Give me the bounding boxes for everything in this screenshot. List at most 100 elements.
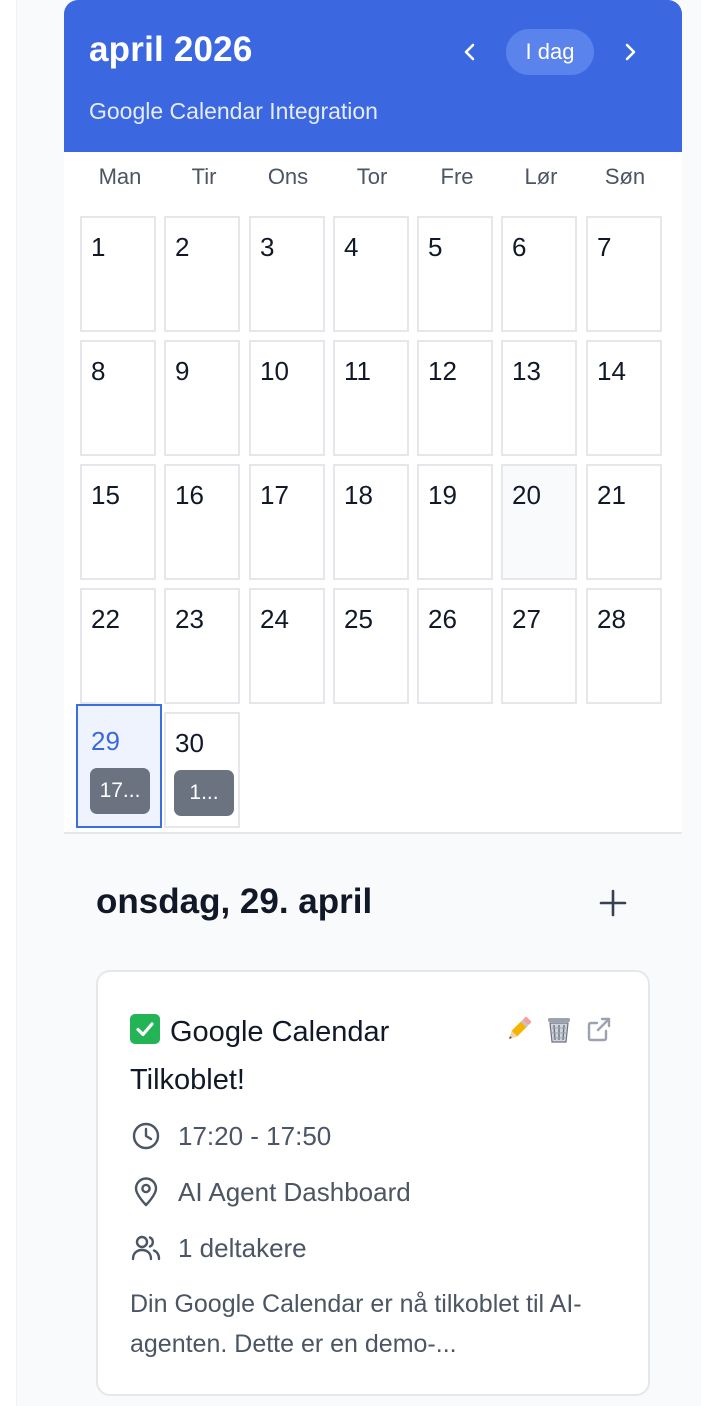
day-cell[interactable]: 20 bbox=[501, 464, 577, 580]
day-cell[interactable]: 16 bbox=[164, 464, 240, 580]
external-link-icon bbox=[587, 1017, 611, 1042]
previous-month-button[interactable] bbox=[454, 36, 486, 68]
calendar-subtitle: Google Calendar Integration bbox=[89, 98, 378, 124]
day-number: 29 bbox=[91, 726, 120, 756]
day-number: 16 bbox=[175, 480, 204, 510]
day-number: 12 bbox=[428, 356, 457, 386]
weekday-label: Tir bbox=[191, 164, 217, 189]
day-cell[interactable]: 5 bbox=[417, 216, 493, 332]
day-number: 14 bbox=[597, 356, 626, 386]
day-number: 18 bbox=[344, 480, 373, 510]
day-cell[interactable]: 14 bbox=[586, 340, 662, 456]
day-cell[interactable]: 1 bbox=[80, 216, 156, 332]
event-chip[interactable]: 17... bbox=[90, 768, 150, 814]
day-number: 3 bbox=[260, 232, 275, 262]
day-number: 8 bbox=[91, 356, 106, 386]
day-cell[interactable]: 7 bbox=[586, 216, 662, 332]
day-cell[interactable]: 4 bbox=[333, 216, 409, 332]
day-cell[interactable]: 23 bbox=[164, 588, 240, 704]
selected-date-title: onsdag, 29. april bbox=[96, 882, 373, 921]
event-location: AI Agent Dashboard bbox=[178, 1177, 411, 1207]
month-grid: 1 2 3 4 5 6 7 8 9 10 11 12 13 14 15 16 17 18 19 20 21 22 23 24 2… bbox=[76, 216, 666, 832]
day-number: 2 bbox=[175, 232, 190, 262]
day-number: 20 bbox=[512, 480, 541, 510]
day-number: 15 bbox=[91, 480, 120, 510]
chevron-left-icon bbox=[464, 43, 475, 61]
day-number: 10 bbox=[260, 356, 289, 386]
trash-icon bbox=[548, 1018, 570, 1043]
weekday-label: Man bbox=[98, 164, 142, 189]
day-number: 22 bbox=[91, 604, 120, 634]
day-number: 27 bbox=[512, 604, 541, 634]
day-cell[interactable]: 29 17... bbox=[76, 704, 162, 828]
today-button[interactable]: I dag bbox=[506, 29, 594, 75]
day-cell[interactable]: 22 bbox=[80, 588, 156, 704]
day-cell[interactable]: 12 bbox=[417, 340, 493, 456]
plus-icon bbox=[599, 889, 627, 917]
calendar-header: april 2026 Google Calendar Integration I… bbox=[64, 0, 682, 152]
day-cell[interactable]: 13 bbox=[501, 340, 577, 456]
weekday-label: Fre bbox=[440, 164, 474, 189]
calendar-widget: april 2026 Google Calendar Integration I… bbox=[64, 0, 682, 1406]
day-cell[interactable]: 26 bbox=[417, 588, 493, 704]
day-cell[interactable]: 28 bbox=[586, 588, 662, 704]
day-cell[interactable]: 30 1... bbox=[164, 712, 240, 828]
day-cell[interactable]: 24 bbox=[249, 588, 325, 704]
chevron-right-icon bbox=[625, 43, 636, 61]
day-cell[interactable]: 18 bbox=[333, 464, 409, 580]
day-cell[interactable]: 11 bbox=[333, 340, 409, 456]
day-cell[interactable]: 3 bbox=[249, 216, 325, 332]
event-time: 17:20 - 17:50 bbox=[178, 1121, 332, 1151]
add-event-button[interactable] bbox=[596, 886, 630, 920]
day-cell[interactable]: 25 bbox=[333, 588, 409, 704]
day-number: 5 bbox=[428, 232, 443, 262]
day-cell[interactable]: 21 bbox=[586, 464, 662, 580]
day-number: 6 bbox=[512, 232, 527, 262]
weekday-label: Lør bbox=[524, 164, 558, 189]
clock-icon bbox=[132, 1122, 160, 1150]
weekday-label: Tor bbox=[356, 164, 388, 189]
event-description: Din Google Calendar er nå tilkoblet til … bbox=[130, 1290, 582, 1358]
map-pin-icon bbox=[134, 1177, 158, 1207]
day-number: 1 bbox=[91, 232, 106, 262]
day-number: 19 bbox=[428, 480, 457, 510]
weekday-label: Ons bbox=[267, 164, 309, 189]
day-cell[interactable]: 10 bbox=[249, 340, 325, 456]
day-details-panel: onsdag, 29. april Google Calendar Tilkob… bbox=[64, 834, 682, 1406]
day-number: 26 bbox=[428, 604, 457, 634]
open-external-button[interactable] bbox=[582, 1012, 616, 1046]
day-number: 7 bbox=[597, 232, 612, 262]
day-number: 28 bbox=[597, 604, 626, 634]
day-number: 13 bbox=[512, 356, 541, 386]
event-card[interactable]: Google Calendar Tilkoblet! 17:20 - 17:50… bbox=[96, 970, 650, 1396]
day-number: 11 bbox=[344, 356, 371, 386]
day-cell[interactable]: 17 bbox=[249, 464, 325, 580]
day-number: 17 bbox=[260, 480, 289, 510]
day-cell[interactable]: 27 bbox=[501, 588, 577, 704]
weekday-header-row: Man Tir Ons Tor Fre Lør Søn bbox=[64, 152, 682, 208]
left-edge bbox=[0, 0, 16, 1406]
day-cell[interactable]: 19 bbox=[417, 464, 493, 580]
pencil-icon bbox=[509, 1016, 532, 1039]
day-cell[interactable]: 8 bbox=[80, 340, 156, 456]
day-cell[interactable]: 2 bbox=[164, 216, 240, 332]
weekday-label: Søn bbox=[604, 164, 646, 189]
day-number: 9 bbox=[175, 356, 190, 386]
event-attendees: 1 deltakere bbox=[178, 1233, 307, 1263]
day-number: 21 bbox=[597, 480, 626, 510]
edit-event-button[interactable] bbox=[502, 1012, 536, 1046]
day-number: 30 bbox=[175, 728, 204, 758]
delete-event-button[interactable] bbox=[542, 1012, 576, 1046]
month-title: april 2026 bbox=[89, 30, 253, 69]
day-cell[interactable]: 9 bbox=[164, 340, 240, 456]
event-actions bbox=[502, 1012, 622, 1048]
day-number: 4 bbox=[344, 232, 359, 262]
next-month-button[interactable] bbox=[614, 36, 646, 68]
day-cell[interactable]: 15 bbox=[80, 464, 156, 580]
users-icon bbox=[131, 1235, 161, 1261]
day-number: 24 bbox=[260, 604, 289, 634]
event-chip[interactable]: 1... bbox=[174, 770, 234, 816]
event-title: Google Calendar Tilkoblet! bbox=[130, 1016, 390, 1096]
day-cell[interactable]: 6 bbox=[501, 216, 577, 332]
day-number: 23 bbox=[175, 604, 204, 634]
